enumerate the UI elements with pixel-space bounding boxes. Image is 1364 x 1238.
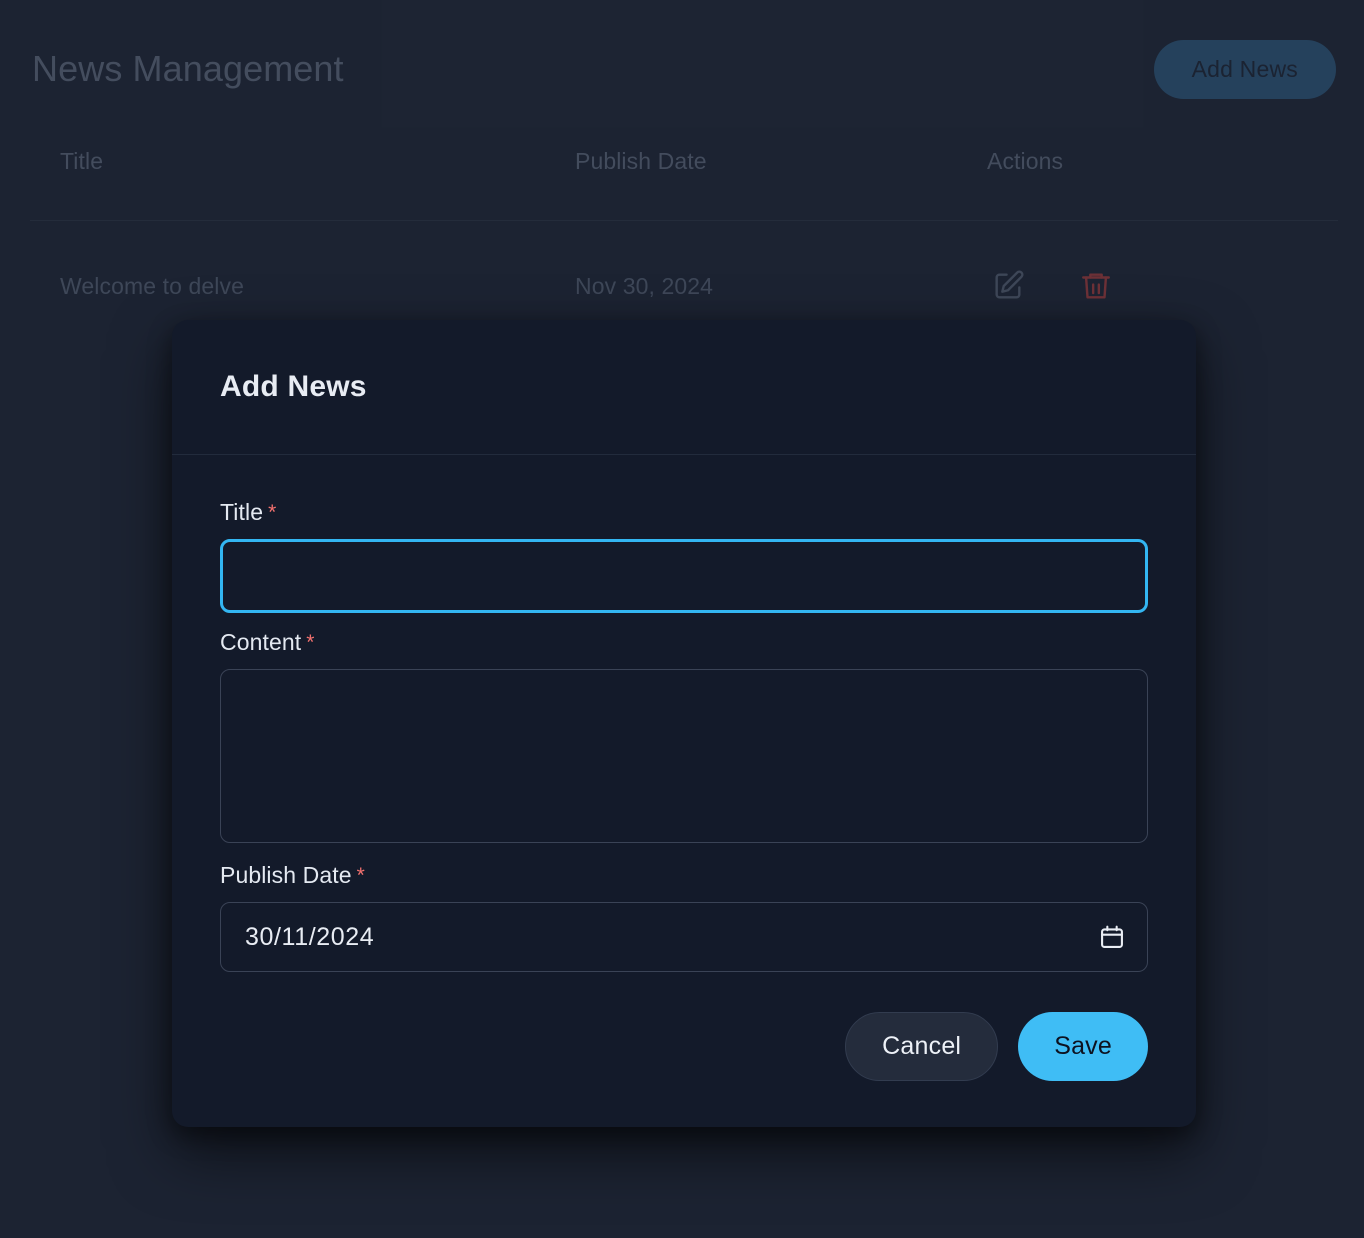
required-asterisk-content: *	[306, 631, 315, 654]
content-textarea[interactable]	[220, 669, 1148, 843]
publish-date-input[interactable]	[220, 902, 1148, 972]
label-content-text: Content	[220, 629, 302, 655]
publish-date-wrapper	[220, 902, 1148, 972]
modal-title: Add News	[220, 370, 367, 403]
required-asterisk-publish-date: *	[356, 864, 365, 887]
app-root: News Management Add News Title Publish D…	[0, 0, 1364, 1238]
save-button[interactable]: Save	[1018, 1012, 1148, 1081]
modal-footer: Cancel Save	[172, 990, 1196, 1127]
cancel-button[interactable]: Cancel	[845, 1012, 999, 1081]
field-group-title: Title *	[220, 501, 1148, 613]
label-title-text: Title	[220, 499, 264, 525]
title-input[interactable]	[220, 539, 1148, 613]
field-group-content: Content *	[220, 631, 1148, 848]
add-news-modal: Add News Title * Content * Publish Date *	[172, 320, 1196, 1127]
label-content: Content *	[220, 631, 1148, 654]
required-asterisk-title: *	[268, 501, 277, 524]
label-title: Title *	[220, 501, 1148, 524]
modal-header: Add News	[172, 320, 1196, 455]
field-group-publish-date: Publish Date *	[220, 864, 1148, 972]
label-publish-date: Publish Date *	[220, 864, 1148, 887]
modal-body: Title * Content * Publish Date *	[172, 455, 1196, 972]
label-publish-date-text: Publish Date	[220, 862, 352, 888]
